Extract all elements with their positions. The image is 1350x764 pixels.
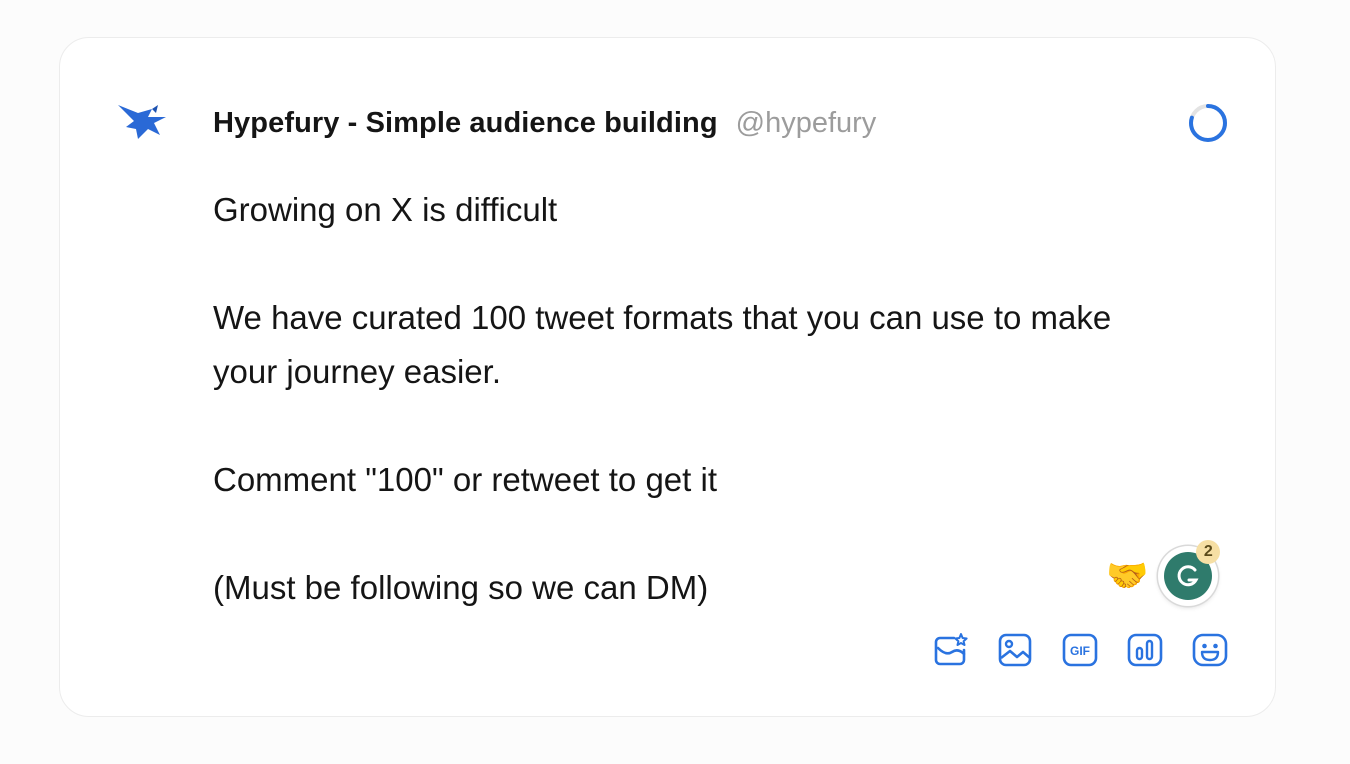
hypefury-logo-icon bbox=[118, 105, 166, 139]
gif-button[interactable]: GIF bbox=[1060, 630, 1100, 670]
tweet-paragraph: Growing on X is difficult bbox=[213, 191, 558, 228]
emoji-button[interactable] bbox=[1190, 630, 1230, 670]
tweet-paragraph: (Must be following so we can DM) bbox=[213, 569, 709, 606]
grammarly-badge: 2 bbox=[1196, 540, 1221, 564]
composer-toolbar: GIF bbox=[930, 630, 1230, 670]
emoji-icon bbox=[1192, 633, 1228, 667]
gif-icon: GIF bbox=[1062, 633, 1098, 667]
gif-label: GIF bbox=[1070, 644, 1090, 658]
image-sparkle-button[interactable] bbox=[930, 630, 970, 670]
image-upload-button[interactable] bbox=[995, 630, 1035, 670]
tweet-paragraph: We have curated 100 tweet formats that y… bbox=[213, 299, 1112, 336]
character-count-ring bbox=[1186, 101, 1230, 145]
tweet-paragraph: Comment "100" or retweet to get it bbox=[213, 461, 717, 498]
tweet-composer-card: Hypefury - Simple audience building @hyp… bbox=[59, 37, 1276, 717]
tweet-text[interactable]: Growing on X is difficult We have curate… bbox=[213, 183, 1223, 615]
author-name: Hypefury - Simple audience building bbox=[213, 106, 718, 139]
avatar[interactable] bbox=[108, 91, 174, 157]
tweet-header: Hypefury - Simple audience building @hyp… bbox=[213, 102, 876, 144]
image-sparkle-icon bbox=[934, 633, 968, 666]
tweet-paragraph: your journey easier. bbox=[213, 353, 501, 390]
grammarly-button[interactable]: 2 bbox=[1158, 540, 1221, 606]
reactions-area: 🤝 2 bbox=[1106, 540, 1221, 608]
poll-icon bbox=[1127, 633, 1163, 667]
author-handle: @hypefury bbox=[735, 106, 877, 139]
image-icon bbox=[998, 633, 1032, 667]
handshake-emoji: 🤝 bbox=[1106, 557, 1149, 595]
poll-button[interactable] bbox=[1125, 630, 1165, 670]
